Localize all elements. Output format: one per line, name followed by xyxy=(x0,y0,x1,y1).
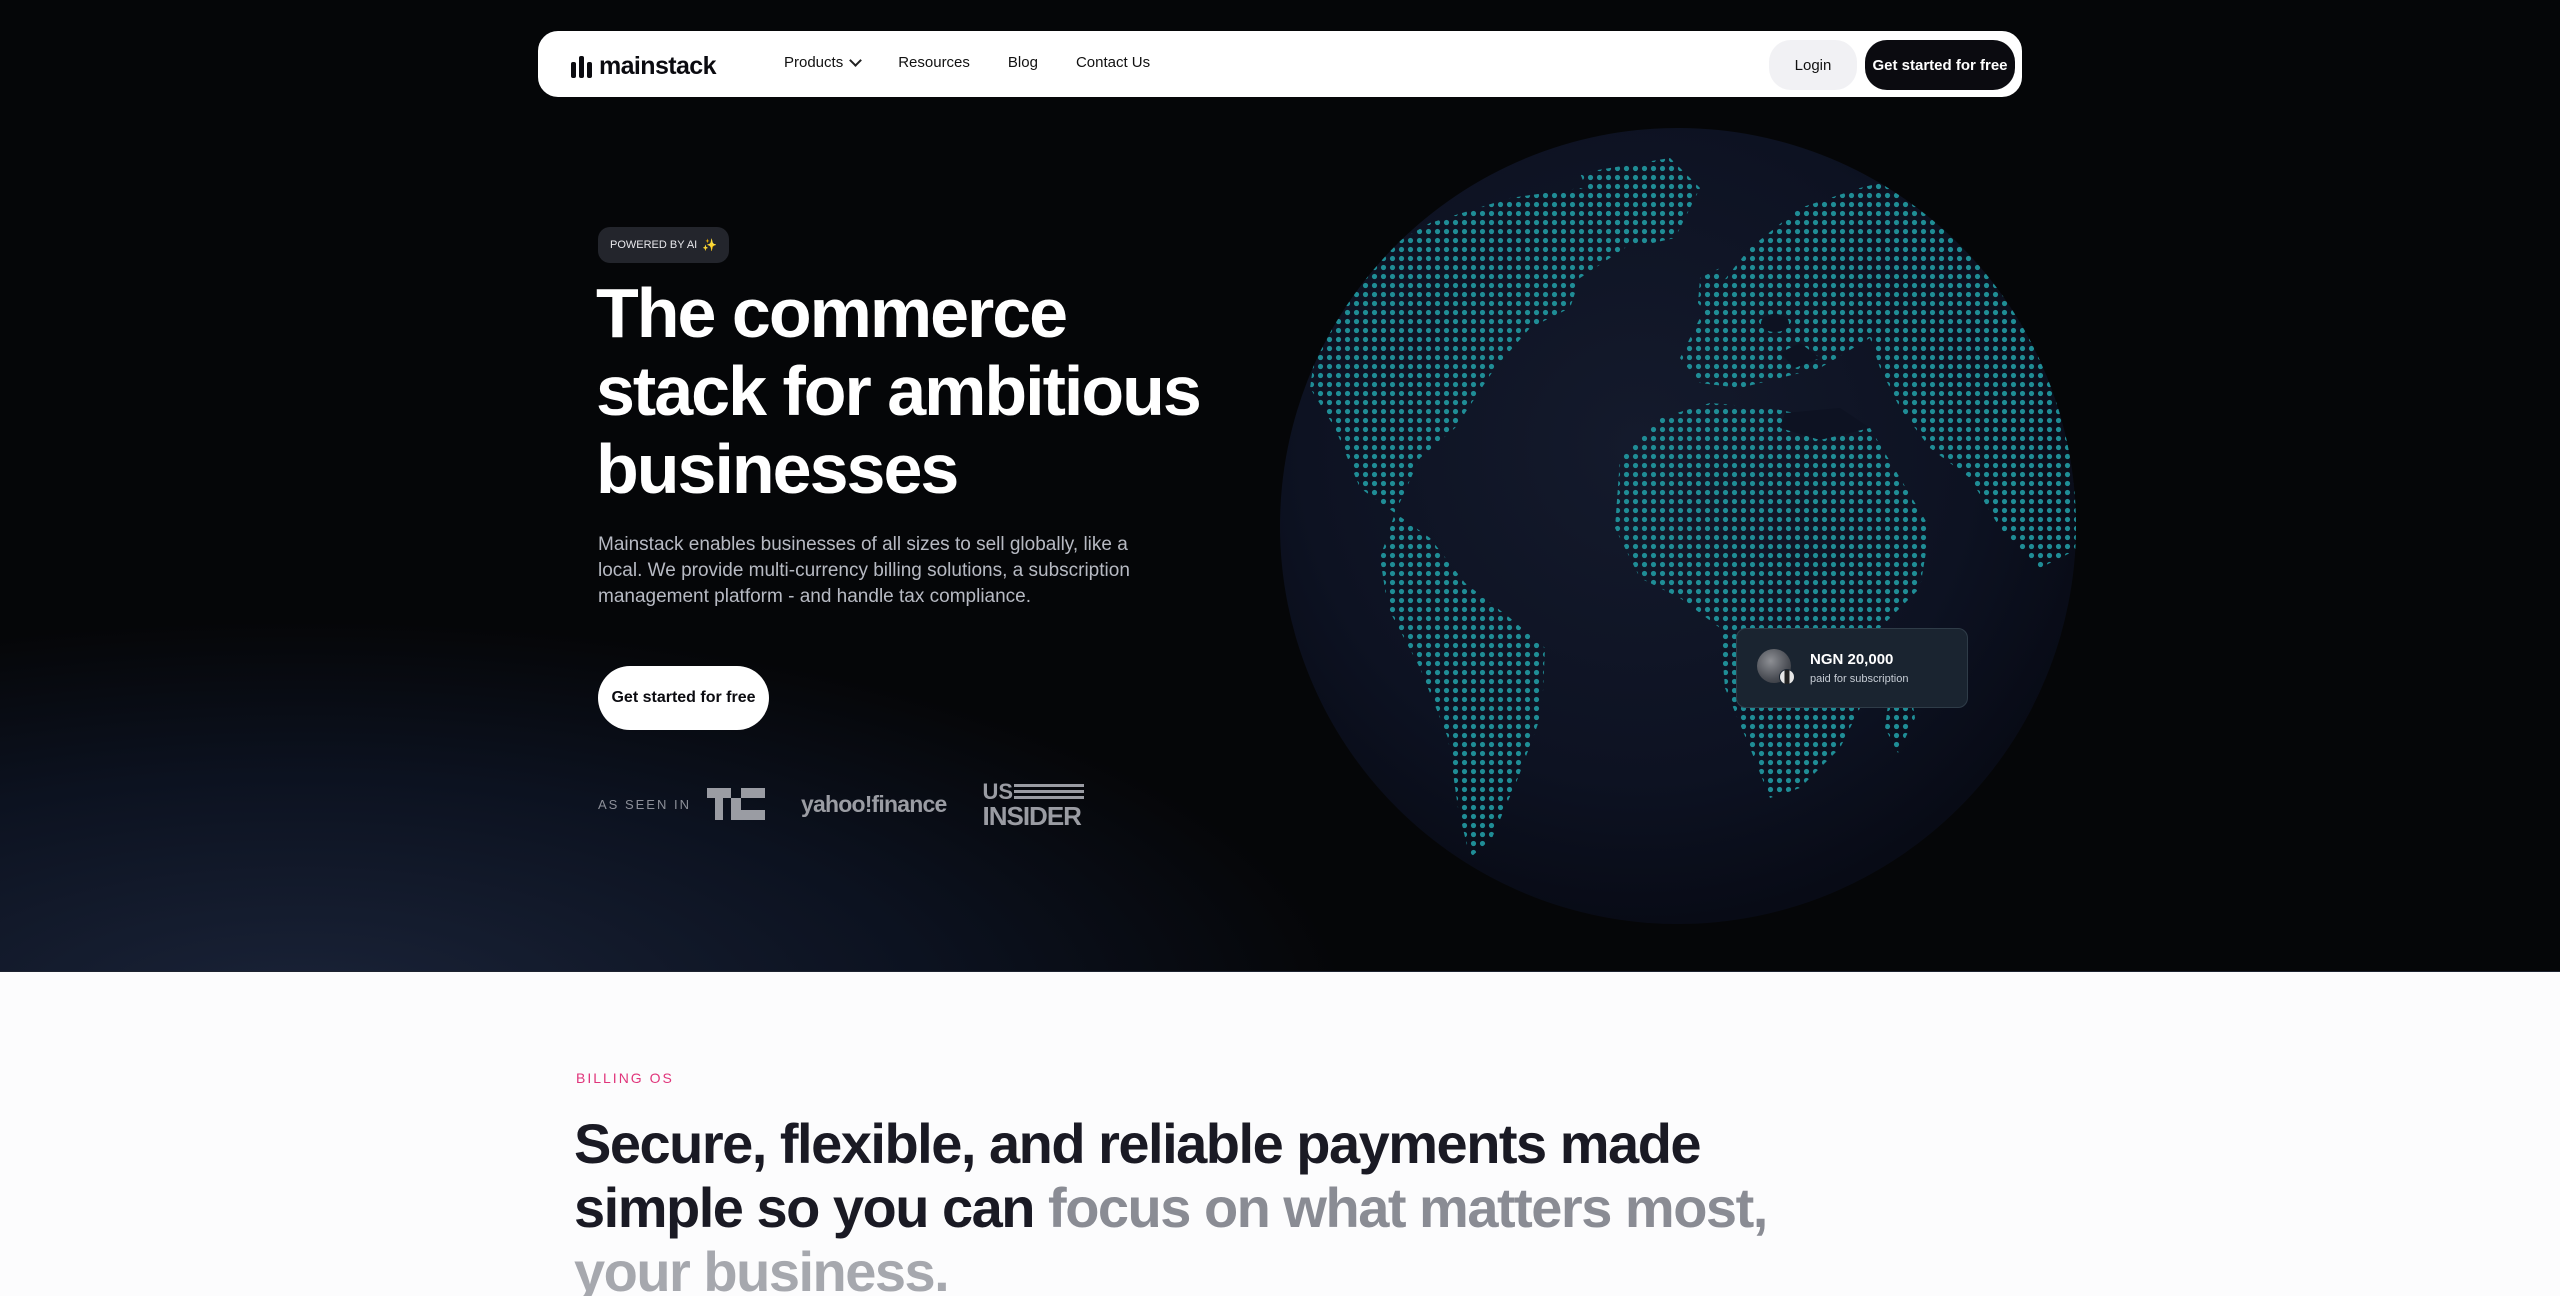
billing-os-section: BILLING OS Secure, flexible, and reliabl… xyxy=(0,972,2560,1296)
section-eyebrow: BILLING OS xyxy=(576,1070,674,1086)
login-button[interactable]: Login xyxy=(1769,40,1857,90)
nav-links: Products Resources Blog Contact Us xyxy=(784,53,1188,71)
chevron-down-icon xyxy=(849,53,863,67)
section-title-muted: focus on what matters most, xyxy=(1048,1176,1768,1239)
hero-title: The commerce stack for ambitious busines… xyxy=(596,274,1276,508)
nav-link-contact[interactable]: Contact Us xyxy=(1076,54,1150,71)
section-title: Secure, flexible, and reliable payments … xyxy=(574,1112,1774,1296)
section-title-line: Secure, flexible, and reliable payments … xyxy=(574,1112,1702,1175)
hero-title-line: stack for ambitious xyxy=(596,352,1202,430)
section-title-line: your business. xyxy=(574,1240,950,1296)
as-seen-in: AS SEEN IN yahoo!finance US INSIDER xyxy=(598,779,1085,831)
payment-notification-card: NGN 20,000 paid for subscription xyxy=(1736,628,1968,708)
navbar: mainstack Products Resources Blog Contac… xyxy=(538,31,2022,97)
business-insider-logo: US INSIDER xyxy=(982,779,1085,831)
nigeria-flag-icon xyxy=(1779,669,1795,685)
as-seen-in-label: AS SEEN IN xyxy=(598,796,691,812)
powered-by-ai-badge: POWERED BY AI ✨ xyxy=(598,227,730,263)
techcrunch-logo xyxy=(706,788,765,820)
payment-amount: NGN 20,000 xyxy=(1810,651,1894,668)
nav-link-resources[interactable]: Resources xyxy=(898,54,970,71)
nav-link-products[interactable]: Products xyxy=(784,53,863,71)
insider-stripes xyxy=(1014,784,1085,802)
nav-get-started-button[interactable]: Get started for free xyxy=(1865,40,2015,90)
nav-link-blog[interactable]: Blog xyxy=(1008,54,1038,71)
badge-label: POWERED BY AI xyxy=(610,239,698,251)
payment-subtitle: paid for subscription xyxy=(1810,673,1909,685)
hero-title-line: The commerce xyxy=(596,274,1068,352)
hero-title-line: businesses xyxy=(596,430,959,508)
nav-link-products-label: Products xyxy=(784,54,844,71)
insider-name-text: INSIDER xyxy=(982,801,1081,831)
logo[interactable]: mainstack xyxy=(571,52,716,81)
logo-text: mainstack xyxy=(599,52,716,80)
sparkle-icon: ✨ xyxy=(702,238,718,252)
hero-description: Mainstack enables businesses of all size… xyxy=(598,534,1130,607)
globe-map xyxy=(1280,128,2076,924)
yahoo-finance-logo: yahoo!finance xyxy=(800,790,947,817)
section-title-dark: simple so you can xyxy=(574,1176,1049,1239)
logo-mark-icon xyxy=(571,55,593,78)
section-title-line: simple so you can focus on what matters … xyxy=(574,1176,1774,1240)
hero-get-started-button[interactable]: Get started for free xyxy=(598,666,769,730)
hero-section: mainstack Products Resources Blog Contac… xyxy=(0,0,2560,972)
globe-svg xyxy=(1280,128,2076,924)
